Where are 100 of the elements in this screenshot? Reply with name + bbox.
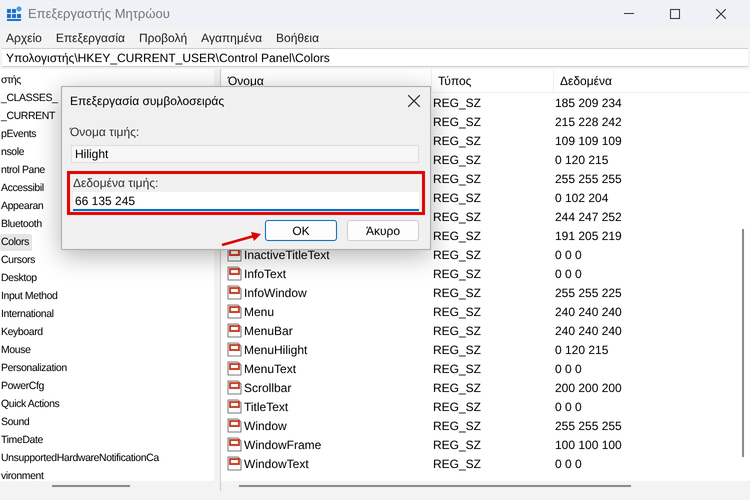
table-cell-text: REG_SZ [432, 436, 482, 454]
menu-item[interactable]: Προβολή [138, 29, 188, 47]
column-header[interactable]: Δεδομένα [553, 69, 750, 92]
table-cell-text: InactiveTitleText [244, 246, 330, 264]
table-cell-text: WindowText [244, 456, 309, 472]
table-cell-text: REG_SZ [432, 132, 482, 150]
table-cell-text: REG_SZ [432, 342, 482, 358]
string-value-icon [227, 437, 242, 452]
table-cell-text: REG_SZ [432, 360, 482, 378]
table-cell-text: WindowFrame [244, 436, 322, 454]
table-cell-text: 0 120 215 [554, 152, 608, 168]
tree-item[interactable]: Colors [0, 234, 32, 250]
string-value-icon [227, 304, 242, 319]
table-cell-text: 0 0 0 [554, 360, 582, 378]
dialog-title: Επεξεργασία συμβολοσειράς [70, 93, 224, 110]
window-title: Επεξεργαστής Μητρώου [28, 5, 170, 24]
table-cell-text: 100 100 100 [554, 436, 622, 454]
menu-item[interactable]: Βοήθεια [276, 29, 320, 47]
tree-item[interactable]: Sound [0, 414, 32, 430]
tree-item[interactable]: στής [0, 72, 24, 88]
table-cell-text: 200 200 200 [554, 380, 622, 396]
table-cell-text: REG_SZ [432, 228, 482, 244]
table-cell-text: 240 240 240 [554, 304, 622, 320]
tree-item[interactable]: _CURRENT [0, 108, 58, 124]
value-name-field[interactable]: Hilight [71, 145, 419, 163]
table-cell-text: REG_SZ [432, 94, 482, 112]
string-value-icon [227, 285, 242, 300]
tree-item[interactable]: TimeDate [0, 432, 46, 448]
table-cell-text: 191 205 219 [554, 228, 622, 244]
arrow [222, 232, 261, 246]
tree-item[interactable]: Mouse [0, 342, 34, 358]
table-cell-text: TitleText [244, 398, 288, 416]
table-cell-text: REG_SZ [432, 398, 482, 416]
menu-item[interactable]: Αρχείο [6, 29, 42, 47]
tree-item[interactable]: PowerCfg [0, 378, 47, 394]
table-cell-text: 0 102 204 [554, 190, 608, 206]
tree-item[interactable]: _CLASSES_ [0, 90, 61, 106]
table-cell-text: 215 228 242 [554, 114, 622, 130]
scrollbar-thumb[interactable] [52, 485, 130, 487]
table-cell-text: REG_SZ [432, 170, 482, 188]
table-cell-text: REG_SZ [432, 190, 482, 206]
table-cell-text: MenuText [244, 360, 296, 378]
string-value-icon [227, 418, 242, 433]
tree-item[interactable]: pEvents [0, 126, 40, 142]
table-cell-text: 0 0 0 [554, 246, 582, 264]
table-cell-text: REG_SZ [432, 304, 482, 320]
maximize-icon [670, 9, 680, 19]
table-cell-text: REG_SZ [432, 114, 482, 130]
minimize-icon [624, 13, 634, 15]
table-cell-text: 0 0 0 [554, 266, 582, 282]
string-value-icon [227, 380, 242, 395]
tree-item[interactable]: Quick Actions [0, 396, 62, 412]
tree-item[interactable]: Cursors [0, 252, 38, 268]
field-label: Όνομα τιμής: [70, 124, 140, 141]
tree-item[interactable]: Bluetooth [0, 216, 45, 232]
table-cell-text: InfoText [244, 266, 286, 282]
app-icon [6, 6, 22, 22]
table-cell-text: 255 255 255 [554, 170, 622, 188]
table-cell-text: REG_SZ [432, 208, 482, 226]
menu-item[interactable]: Επεξεργασία [56, 29, 125, 47]
table-cell-text: REG_SZ [432, 456, 482, 472]
scrollbar-thumb[interactable] [742, 229, 744, 457]
ok-button[interactable]: OK [265, 220, 337, 241]
table-cell-text: 255 255 255 [554, 418, 622, 434]
table-cell-text: REG_SZ [432, 152, 482, 168]
table-cell-text: 185 209 234 [554, 94, 622, 112]
table-cell-text: Menu [244, 304, 274, 320]
tree-item[interactable]: Keyboard [0, 324, 46, 340]
value-data-field[interactable]: 66 135 245 [73, 192, 419, 211]
close-icon [408, 95, 420, 107]
tree-item[interactable]: Personalization [0, 360, 70, 376]
table-cell-text: REG_SZ [432, 246, 482, 264]
table-cell-text: 0 0 0 [554, 398, 582, 416]
tree-item[interactable]: ntrol Pane [0, 162, 48, 178]
tree-item[interactable]: Input Method [0, 288, 60, 304]
close-icon [716, 9, 726, 19]
table-cell-text: MenuBar [244, 322, 293, 340]
tree-item[interactable]: International [0, 306, 57, 322]
address-bar[interactable]: Υπολογιστής\HKEY_CURRENT_USER\Control Panel\Colors [2, 48, 748, 67]
table-cell-text: 244 247 252 [554, 208, 622, 226]
string-value-icon [227, 266, 242, 281]
table-cell-text: REG_SZ [432, 418, 482, 434]
tree-item[interactable]: Appearan [0, 198, 46, 214]
menu-item[interactable]: Αγαπημένα [201, 29, 262, 47]
string-value-icon [227, 399, 242, 414]
table-cell-text: 0 0 0 [554, 456, 582, 472]
tree-item[interactable]: vironment [0, 468, 47, 481]
scrollbar-thumb[interactable] [239, 485, 631, 487]
tree-item[interactable]: Accessibil [0, 180, 47, 196]
string-value-icon [227, 323, 242, 338]
table-cell-text: 255 255 225 [554, 284, 622, 302]
table-cell-text: InfoWindow [244, 284, 307, 302]
tree-item[interactable]: UnsupportedHardwareNotificationCa [0, 450, 162, 466]
string-value-icon [227, 456, 242, 471]
tree-item[interactable]: nsole [0, 144, 28, 160]
table-cell-text: REG_SZ [432, 266, 482, 282]
cancel-button[interactable]: Άκυρο [347, 220, 419, 241]
tree-item[interactable]: Desktop [0, 270, 40, 286]
table-cell-text: REG_SZ [432, 284, 482, 302]
table-cell-text: 240 240 240 [554, 322, 622, 340]
